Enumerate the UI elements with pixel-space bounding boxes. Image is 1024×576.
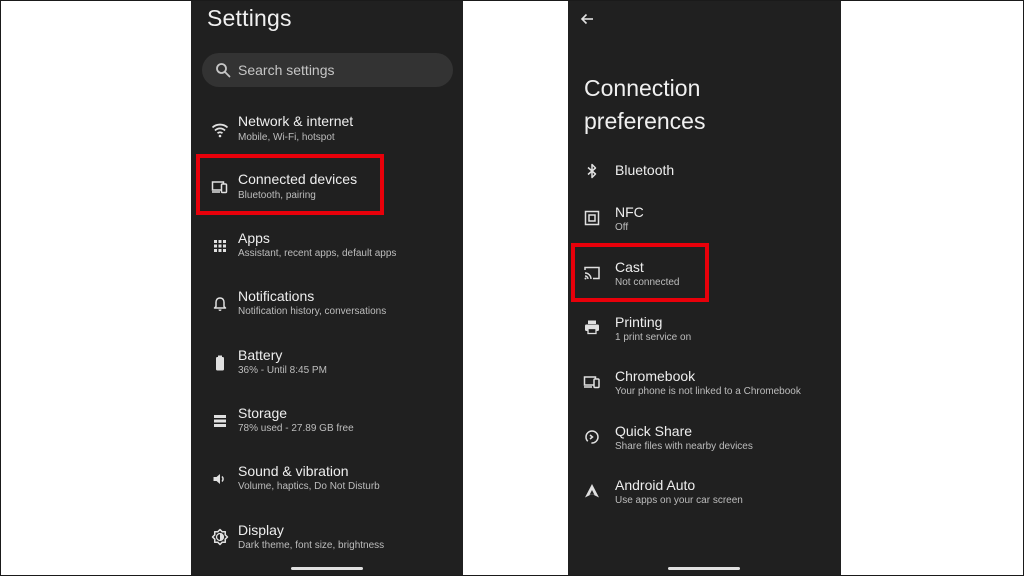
wifi-icon [211,121,229,139]
battery-icon [211,354,229,372]
item-title: Quick Share [615,423,693,439]
settings-item-sound[interactable]: Sound & vibration Volume, haptics, Do No… [191,460,463,512]
item-subtitle: Mobile, Wi-Fi, hotspot [238,132,335,143]
settings-item-connected-devices[interactable]: Connected devices Bluetooth, pairing [191,168,463,220]
item-title: Storage [238,405,288,421]
item-title: Chromebook [615,368,696,384]
search-placeholder: Search settings [238,62,335,78]
gesture-home-bar[interactable] [668,567,740,570]
settings-item-apps[interactable]: Apps Assistant, recent apps, default app… [191,227,463,279]
page-title: Connection preferences [584,75,706,134]
volume-icon [211,470,229,488]
image-border [0,0,1024,576]
quick-share-icon [583,428,601,446]
storage-icon [211,412,229,430]
bell-icon [211,295,229,313]
search-bar[interactable]: Search settings [202,53,453,87]
item-title: Printing [615,314,663,330]
settings-item-display[interactable]: Display Dark theme, font size, brightnes… [191,519,463,571]
settings-screen: Settings Search settings Network & inter… [191,0,463,576]
printer-icon [583,318,601,336]
connection-preferences-screen: Connection preferences Bluetooth NFC Off… [568,0,841,576]
item-title: Battery [238,347,283,363]
settings-item-storage[interactable]: Storage 78% used - 27.89 GB free [191,402,463,454]
android-auto-icon [583,482,601,500]
gesture-home-bar[interactable] [291,567,363,570]
item-subtitle: Notification history, conversations [238,306,387,317]
item-subtitle: 36% - Until 8:45 PM [238,365,327,376]
cast-icon [583,264,601,282]
item-subtitle: 1 print service on [615,332,692,343]
item-subtitle: Share files with nearby devices [615,441,753,452]
item-subtitle: Your phone is not linked to a Chromebook [615,386,801,397]
item-title: Sound & vibration [238,463,349,479]
item-title: Android Auto [615,477,696,493]
item-title: Network & internet [238,113,354,129]
settings-item-network[interactable]: Network & internet Mobile, Wi-Fi, hotspo… [191,110,463,162]
bluetooth-icon [583,162,601,180]
page-title: Settings [207,5,292,31]
chromebook-icon [583,373,601,391]
item-title: Cast [615,259,644,275]
item-title: Apps [238,230,270,246]
item-subtitle: Off [615,222,629,233]
pref-item-android-auto[interactable]: Android Auto Use apps on your car screen [568,474,841,526]
pref-item-cast[interactable]: Cast Not connected [568,256,841,308]
pref-item-nfc[interactable]: NFC Off [568,201,841,253]
pref-item-printing[interactable]: Printing 1 print service on [568,311,841,363]
item-title: Notifications [238,288,315,304]
connected-devices-icon [211,178,229,196]
brightness-icon [211,528,229,546]
item-subtitle: Assistant, recent apps, default apps [238,248,397,259]
item-subtitle: Not connected [615,277,680,288]
settings-item-battery[interactable]: Battery 36% - Until 8:45 PM [191,344,463,396]
item-subtitle: Volume, haptics, Do Not Disturb [238,481,380,492]
nfc-icon [583,209,601,227]
item-title: Display [238,522,284,538]
pref-item-chromebook[interactable]: Chromebook Your phone is not linked to a… [568,365,841,417]
back-arrow-icon[interactable] [580,12,594,26]
search-icon [215,62,231,78]
item-title: Bluetooth [615,162,675,178]
item-subtitle: Bluetooth, pairing [238,190,316,201]
item-title: Connected devices [238,171,358,187]
settings-item-notifications[interactable]: Notifications Notification history, conv… [191,285,463,337]
item-subtitle: Dark theme, font size, brightness [238,540,385,551]
apps-grid-icon [211,237,229,255]
item-subtitle: 78% used - 27.89 GB free [238,423,354,434]
item-subtitle: Use apps on your car screen [615,495,743,506]
pref-item-quick-share[interactable]: Quick Share Share files with nearby devi… [568,420,841,472]
item-title: NFC [615,204,644,220]
